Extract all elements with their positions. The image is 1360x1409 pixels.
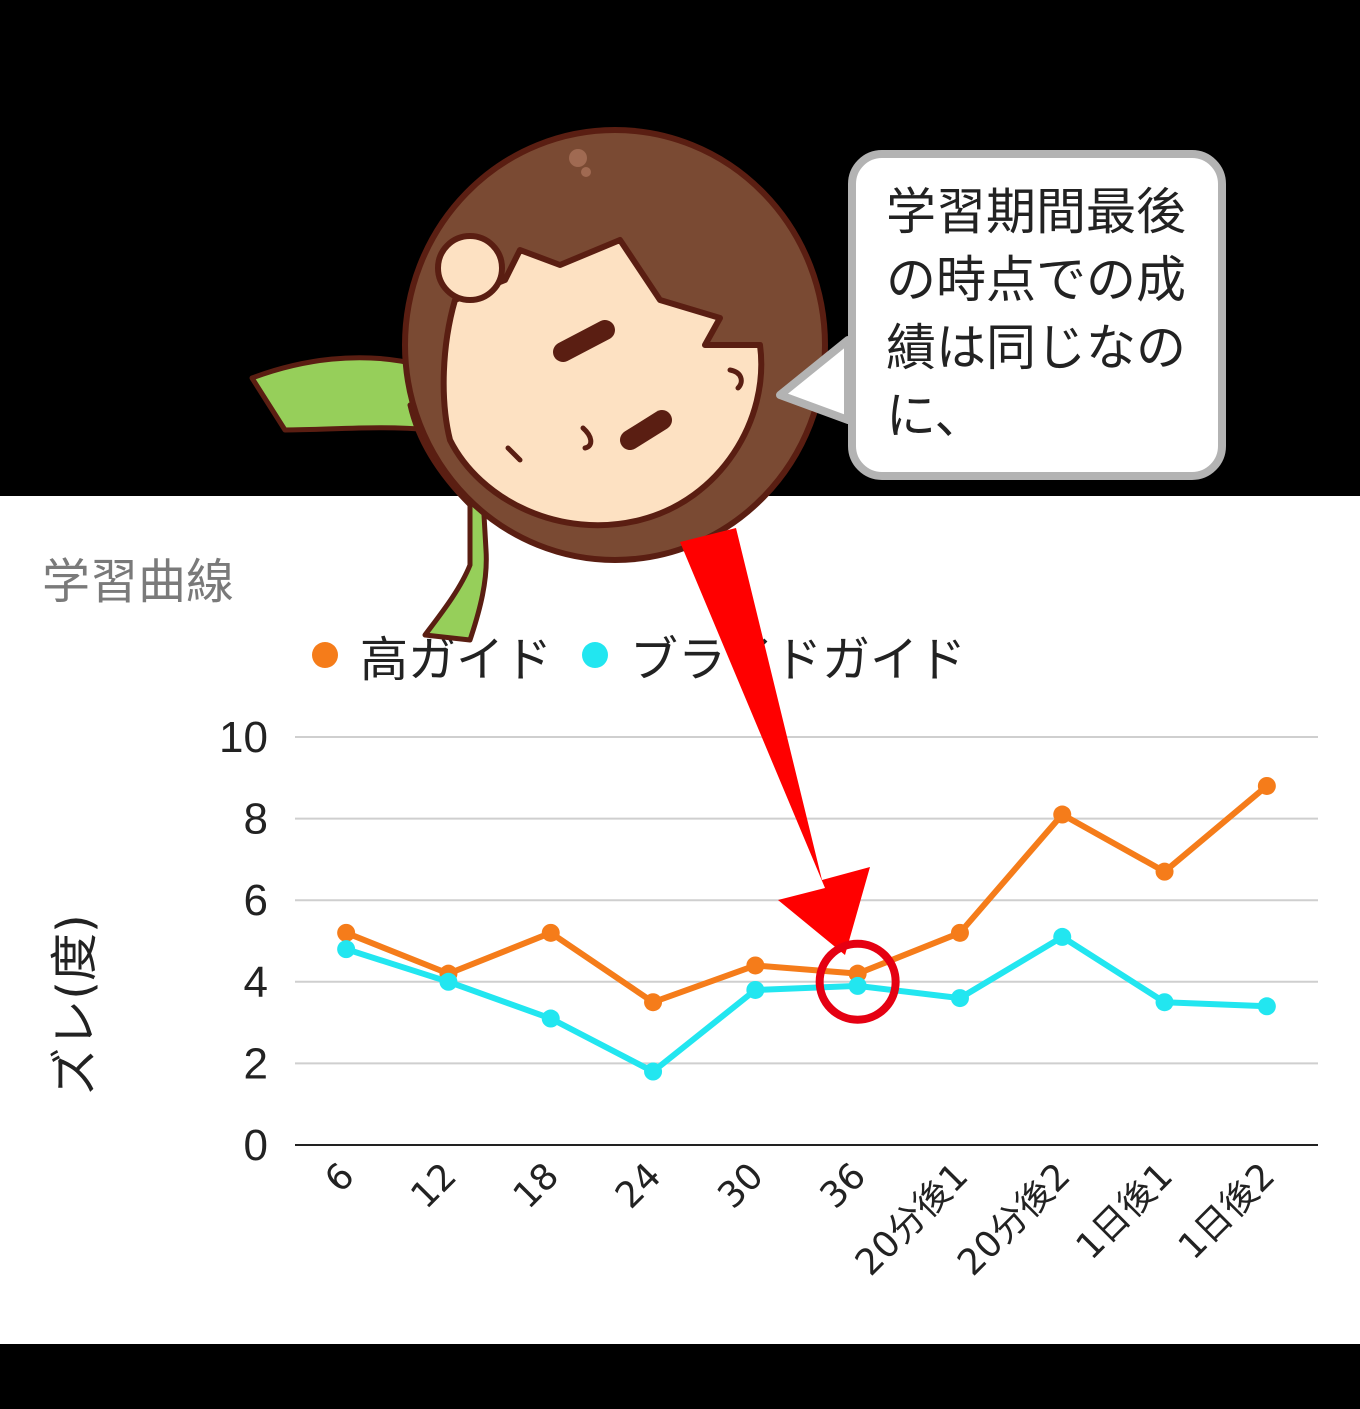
annotation-layer (680, 336, 900, 1024)
red-arrow (680, 528, 870, 955)
highlight-circle (815, 939, 900, 1024)
speech-bubble-tail (776, 336, 852, 424)
